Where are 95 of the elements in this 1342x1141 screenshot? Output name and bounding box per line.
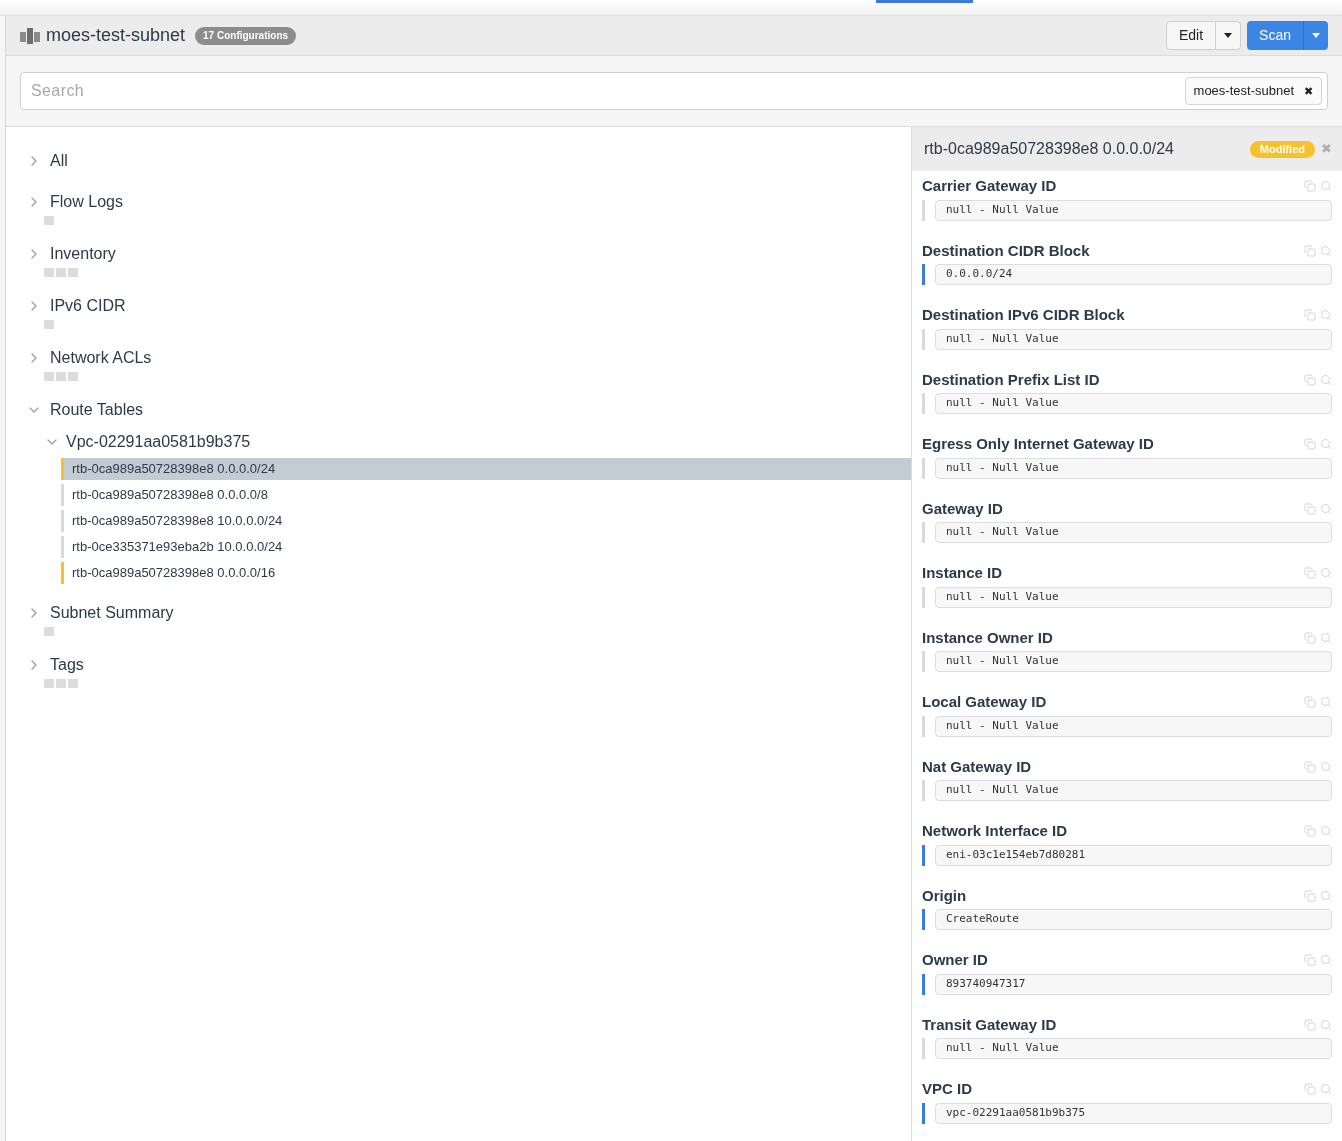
search-icon[interactable] [1320,244,1332,257]
search-icon[interactable] [1320,1083,1332,1096]
field-label: Instance ID [922,563,1003,583]
field-label: Network Interface ID [922,821,1068,841]
field-label: Gateway ID [922,498,1003,519]
search-icon[interactable] [1320,180,1332,193]
field-label: Instance Owner ID [922,627,1053,648]
copy-icon[interactable] [1304,180,1316,193]
field-value: null - Null Value [935,199,1332,221]
copy-icon[interactable] [1304,1083,1316,1096]
tree-category[interactable]: All [50,149,68,173]
remove-filter-button[interactable]: ✖ [1304,82,1313,100]
field-label: VPC ID [922,1079,972,1099]
copy-icon[interactable] [1304,825,1316,838]
field-label: Destination CIDR Block [922,240,1090,261]
count-squares-icon [44,372,78,381]
copy-icon[interactable] [1304,889,1316,902]
caret-icon [1224,33,1233,38]
scan-button[interactable]: Scan [1247,21,1303,50]
detail-title: rtb-0ca989a50728398e8 0.0.0.0/24 [924,139,1174,159]
copy-icon[interactable] [1304,696,1316,709]
count-squares-icon [44,216,54,225]
tree-category[interactable]: IPv6 CIDR [50,294,126,318]
route-table-item[interactable]: rtb-0ca989a50728398e8 0.0.0.0/24 [61,458,911,480]
cube-stack-icon [20,26,40,45]
field-value: null - Null Value [935,393,1332,414]
tree-category[interactable]: Tags [50,653,84,677]
filter-chip-label: moes-test-subnet [1193,82,1294,101]
resource-title: moes-test-subnet [46,24,186,47]
search-icon[interactable] [1320,309,1332,322]
scan-menu-button[interactable] [1303,21,1328,50]
search-icon[interactable] [1320,696,1332,709]
search-icon[interactable] [1320,631,1332,644]
search-icon[interactable] [1320,438,1332,451]
field-value: null - Null Value [935,586,1332,608]
search-icon[interactable] [1320,954,1332,967]
caret-icon [1312,33,1320,38]
copy-icon[interactable] [1304,438,1316,451]
tree-group[interactable]: Vpc-02291aa0581b9b375 [66,430,251,454]
modified-status: Modified [1249,140,1315,158]
copy-icon[interactable] [1304,244,1316,257]
tree-category[interactable]: Inventory [50,242,116,266]
search-icon[interactable] [1320,502,1332,515]
copy-icon[interactable] [1304,567,1316,580]
route-table-item[interactable]: rtb-0ca989a50728398e8 10.0.0.0/24 [61,510,911,532]
search-icon[interactable] [1320,1018,1332,1031]
field-value: 0.0.0.0/24 [935,264,1332,285]
count-squares-icon [44,679,78,688]
copy-icon[interactable] [1304,954,1316,967]
field-value: eni-03c1e154eb7d80281 [935,844,1332,866]
field-label: Destination IPv6 CIDR Block [922,305,1125,325]
edit-menu-button[interactable] [1216,21,1242,50]
count-squares-icon [44,627,54,636]
field-value: 893740947317 [935,973,1332,995]
field-value: null - Null Value [935,457,1332,479]
search-icon[interactable] [1320,760,1332,773]
edit-button[interactable]: Edit [1165,21,1217,50]
field-value: null - Null Value [935,780,1332,801]
search-icon[interactable] [1320,825,1332,838]
tree-category[interactable]: Route Tables [50,398,144,422]
tree-category[interactable]: Subnet Summary [50,601,174,625]
search-icon[interactable] [1320,567,1332,580]
count-squares-icon [44,320,54,329]
field-value: CreateRoute [935,909,1332,930]
search-icon[interactable] [1320,373,1332,386]
field-label: Carrier Gateway ID [922,176,1057,196]
route-table-item[interactable]: rtb-0ca989a50728398e8 0.0.0.0/8 [61,484,911,506]
field-value: null - Null Value [935,328,1332,350]
search-icon[interactable] [1320,889,1332,902]
route-table-item[interactable]: rtb-0ce335371e93eba2b 10.0.0.0/24 [61,536,911,558]
count-squares-icon [44,268,78,277]
field-value: null - Null Value [935,715,1332,737]
field-label: Nat Gateway ID [922,756,1032,777]
search-input[interactable]: Search [31,79,1185,103]
configurations-count: 17 Configurations [195,26,297,45]
field-value: vpc-02291aa0581b9b375 [935,1102,1332,1124]
field-label: Egress Only Internet Gateway ID [922,434,1154,454]
copy-icon[interactable] [1304,373,1316,386]
field-value: null - Null Value [935,522,1332,543]
copy-icon[interactable] [1304,309,1316,322]
field-label: Local Gateway ID [922,692,1047,712]
search-field[interactable]: Search moes-test-subnet ✖ [20,72,1328,110]
field-value: null - Null Value [935,651,1332,672]
field-value: null - Null Value [935,1038,1332,1059]
copy-icon[interactable] [1304,1018,1316,1031]
route-table-item[interactable]: rtb-0ca989a50728398e8 0.0.0.0/16 [61,562,911,584]
copy-icon[interactable] [1304,631,1316,644]
tree-category[interactable]: Network ACLs [50,346,152,370]
copy-icon[interactable] [1304,502,1316,515]
field-label: Owner ID [922,950,988,970]
field-label: Transit Gateway ID [922,1014,1057,1035]
tree-category[interactable]: Flow Logs [50,190,123,214]
field-label: Origin [922,885,967,906]
copy-icon[interactable] [1304,760,1316,773]
field-label: Destination Prefix List ID [922,369,1100,390]
